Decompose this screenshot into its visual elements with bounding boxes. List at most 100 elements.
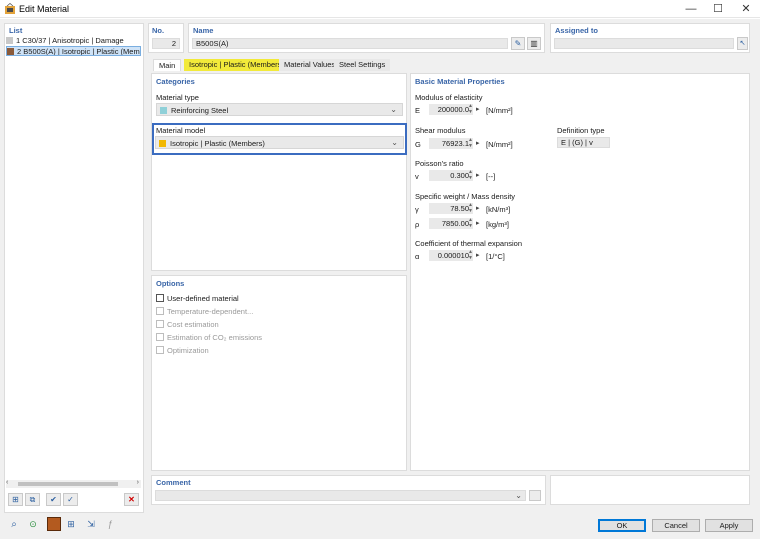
optimization-checkbox[interactable] [156, 346, 164, 354]
alpha-menu-arrow-icon[interactable]: ▸ [476, 250, 482, 261]
title-bar: Edit Material — ☐ ✕ [0, 0, 760, 18]
user-defined-checkbox[interactable] [156, 294, 164, 302]
tab-material-values[interactable]: Material Values [279, 59, 341, 71]
scroll-right-icon[interactable]: › [137, 479, 139, 486]
name-panel: Name B500S(A) ✎ ▥ [188, 23, 545, 53]
e-unit: [N/mm²] [486, 106, 513, 115]
list-item-number: 2 [17, 47, 22, 56]
co2-label: Estimation of CO₂ emissions [167, 333, 263, 342]
cancel-button[interactable]: Cancel [652, 519, 700, 532]
e-spinner[interactable]: ▲ ▼ [466, 104, 475, 115]
new-material-icon[interactable]: ⊞ [8, 493, 23, 506]
select-objects-icon[interactable]: ↖ [737, 37, 748, 50]
tab-isotropic-plastic[interactable]: Isotropic | Plastic (Members) [184, 59, 289, 71]
scroll-left-icon[interactable]: ‹ [6, 479, 8, 486]
rho-spinner[interactable]: ▲ ▼ [466, 218, 475, 229]
assigned-field[interactable] [554, 38, 734, 49]
thermal-label: Coefficient of thermal expansion [415, 239, 523, 248]
number-label: No. [152, 26, 165, 35]
rho-symbol: ρ [415, 220, 420, 229]
gamma-symbol: γ [415, 205, 419, 214]
ok-button[interactable]: OK [598, 519, 646, 532]
apply-button[interactable]: Apply [705, 519, 753, 532]
assigned-panel: Assigned to ↖ [550, 23, 750, 53]
library-icon[interactable]: ▥ [527, 37, 541, 50]
list-item-number: 1 [16, 36, 21, 45]
weight-label: Specific weight / Mass density [415, 192, 516, 201]
minimize-button[interactable]: — [676, 1, 706, 17]
tree-structure-icon[interactable]: ⊞ [64, 518, 78, 531]
maximize-button[interactable]: ☐ [703, 1, 733, 17]
function-icon[interactable]: ƒ [103, 518, 117, 531]
material-color-swatch [7, 48, 14, 55]
name-field[interactable]: B500S(A) [192, 38, 508, 49]
tab-steel-settings[interactable]: Steel Settings [334, 59, 391, 71]
assigned-label: Assigned to [555, 26, 598, 35]
search-icon[interactable]: ⌕ [7, 518, 21, 531]
v-spinner[interactable]: ▲ ▼ [466, 170, 475, 181]
temperature-checkbox[interactable] [156, 307, 164, 315]
scrollbar-thumb[interactable] [18, 482, 118, 486]
co2-checkbox[interactable] [156, 333, 164, 341]
list-item-label: B500S(A) | Isotropic | Plastic (Members) [23, 47, 140, 56]
categories-panel: Categories Material type Reinforcing Ste… [151, 73, 407, 271]
user-defined-label: User-defined material [167, 294, 239, 303]
g-symbol: G [415, 140, 421, 149]
shear-label: Shear modulus [415, 126, 466, 135]
definition-type-field[interactable]: E | (G) | v [557, 137, 610, 148]
optimization-label: Optimization [167, 346, 209, 355]
check-all-icon[interactable]: ✔ [46, 493, 61, 506]
list-item-selected[interactable]: 2 B500S(A) | Isotropic | Plastic (Member… [6, 46, 141, 56]
close-window-button[interactable]: ✕ [731, 1, 760, 17]
list-header: List [9, 26, 23, 35]
categories-header: Categories [156, 77, 195, 86]
temperature-label: Temperature-dependent... [167, 307, 254, 316]
copy-material-icon[interactable]: ⧉ [25, 493, 40, 506]
alpha-symbol: α [415, 252, 420, 261]
horizontal-scrollbar[interactable]: ‹ › [6, 479, 141, 488]
color-picker-icon[interactable] [47, 517, 61, 531]
cursor-info-icon[interactable]: ⇲ [84, 518, 98, 531]
comment-label: Comment [156, 478, 191, 487]
uncheck-icon[interactable]: ✓ [63, 493, 78, 506]
rho-unit: [kg/m³] [486, 220, 509, 229]
material-type-label: Material type [156, 93, 199, 102]
comment-edit-icon[interactable] [529, 490, 541, 501]
v-menu-arrow-icon[interactable]: ▸ [476, 170, 482, 181]
app-icon [4, 2, 16, 15]
comment-panel: Comment ⌄ [151, 475, 546, 505]
material-model-dropdown[interactable]: Isotropic | Plastic (Members) ⌄ [155, 136, 404, 149]
alpha-spinner[interactable]: ▲ ▼ [466, 250, 475, 261]
e-menu-arrow-icon[interactable]: ▸ [476, 104, 482, 115]
g-spinner[interactable]: ▲ ▼ [466, 138, 475, 149]
list-panel: List [4, 23, 144, 513]
delete-icon[interactable]: ✕ [124, 493, 139, 506]
edit-name-icon[interactable]: ✎ [511, 37, 525, 50]
list-item-label: C30/37 | Anisotropic | Damage [22, 36, 124, 45]
options-header: Options [156, 279, 185, 288]
g-unit: [N/mm²] [486, 140, 513, 149]
cost-estimation-checkbox[interactable] [156, 320, 164, 328]
material-model-swatch [159, 140, 166, 147]
material-color-swatch [6, 37, 13, 44]
comment-side-panel [550, 475, 750, 505]
list-item[interactable]: 1 C30/37 | Anisotropic | Damage [6, 36, 141, 46]
v-symbol: v [415, 172, 419, 181]
material-type-dropdown[interactable]: Reinforcing Steel ⌄ [156, 103, 403, 116]
cost-estimation-label: Cost estimation [167, 320, 219, 329]
name-label: Name [193, 26, 214, 35]
v-unit: [--] [486, 172, 496, 181]
gamma-spinner[interactable]: ▲ ▼ [466, 203, 475, 214]
number-panel: No. 2 [148, 23, 184, 53]
material-type-value: Reinforcing Steel [171, 106, 229, 115]
gamma-menu-arrow-icon[interactable]: ▸ [476, 203, 482, 214]
window-title: Edit Material [19, 4, 70, 14]
modulus-label: Modulus of elasticity [415, 93, 483, 102]
number-field[interactable]: 2 [152, 38, 180, 49]
g-menu-arrow-icon[interactable]: ▸ [476, 138, 482, 149]
comment-field[interactable]: ⌄ [155, 490, 526, 501]
units-icon[interactable]: ⊙ [26, 518, 40, 531]
definition-type-label: Definition type [557, 126, 605, 135]
tab-main[interactable]: Main [153, 59, 182, 71]
rho-menu-arrow-icon[interactable]: ▸ [476, 218, 482, 229]
